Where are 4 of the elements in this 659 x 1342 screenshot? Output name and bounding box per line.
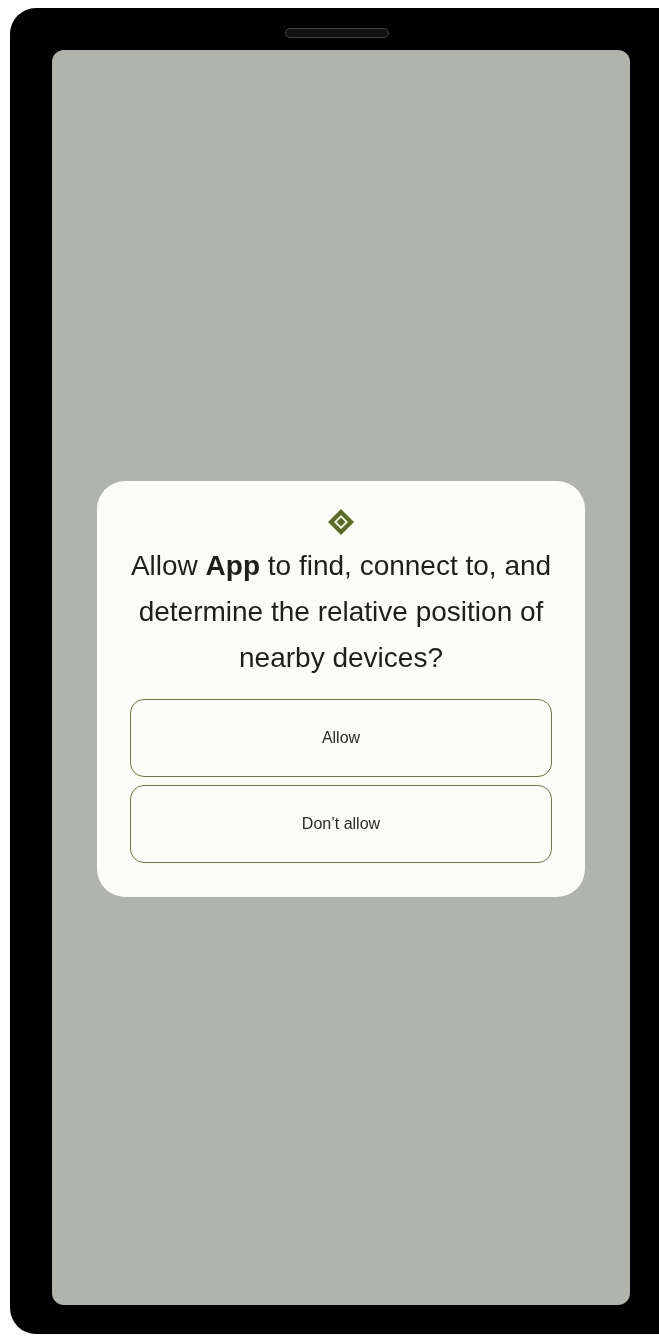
dialog-button[interactable]: Allow bbox=[130, 698, 552, 777]
dialog-button[interactable]: Don’t allow bbox=[130, 784, 552, 863]
diamond-icon bbox=[326, 506, 356, 537]
dialog-title: Allow App to find, connect to, and determine the relative position of nearby devices? bbox=[130, 548, 552, 675]
